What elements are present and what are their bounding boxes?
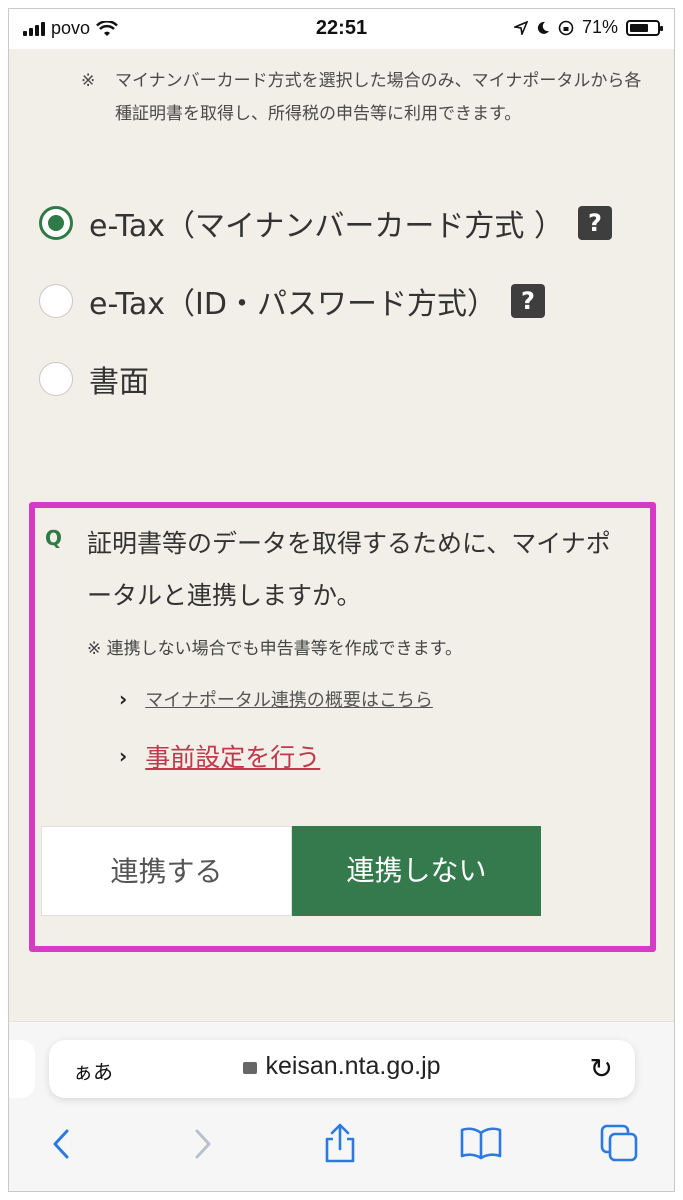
note-mark: ※ xyxy=(81,71,96,91)
reload-icon[interactable]: ↻ xyxy=(590,1052,613,1085)
moon-icon xyxy=(537,21,549,34)
radio-button[interactable] xyxy=(39,284,73,318)
help-icon[interactable]: ? xyxy=(510,284,545,318)
url-text: keisan.nta.go.jp xyxy=(265,1052,441,1080)
note-text: マイナンバーカード方式を選択した場合のみ、マイナポータルから各種証明書を取得し、… xyxy=(115,71,642,124)
link-presetup[interactable]: › 事前設定を行う xyxy=(119,738,320,774)
tabs-icon[interactable] xyxy=(599,1123,639,1163)
link-overview[interactable]: › マイナポータル連携の概要はこちら xyxy=(119,686,433,712)
option-label: 書面 xyxy=(89,365,149,400)
forward-icon[interactable] xyxy=(191,1127,215,1161)
previous-tab-peek[interactable] xyxy=(9,1040,35,1098)
question-mark: Q xyxy=(45,526,63,550)
help-icon[interactable]: ? xyxy=(577,206,612,240)
question-text: 証明書等のデータを取得するために、マイナポータルと連携しますか。 xyxy=(87,529,611,610)
bookmarks-icon[interactable] xyxy=(459,1125,503,1161)
chevron-right-icon: › xyxy=(119,687,128,711)
link-yes-button[interactable]: 連携する xyxy=(41,826,292,916)
question-note: ※ 連携しない場合でも申告書等を作成できます。 xyxy=(87,639,462,659)
back-icon[interactable] xyxy=(49,1127,73,1161)
option-label: e-Tax（ID・パスワード方式） xyxy=(89,287,497,322)
address-bar[interactable]: ぁあ keisan.nta.go.jp ↻ xyxy=(49,1040,635,1098)
browser-toolbar xyxy=(9,1113,674,1191)
rotation-lock-icon xyxy=(558,20,574,35)
url-field[interactable]: keisan.nta.go.jp xyxy=(49,1052,635,1081)
browser-address-area: ぁあ keisan.nta.go.jp ↻ xyxy=(9,1021,674,1113)
lock-icon xyxy=(243,1062,258,1074)
chevron-right-icon: › xyxy=(119,744,128,768)
radio-button[interactable] xyxy=(39,206,73,240)
phone-screen: povo 22:51 71% ※ マイナンバーカード方式を選択した場合のみ、マイ… xyxy=(8,8,675,1192)
link-no-button[interactable]: 連携しない xyxy=(292,826,541,916)
method-note: ※ マイナンバーカード方式を選択した場合のみ、マイナポータルから各種証明書を取得… xyxy=(81,65,647,131)
option-etax-password[interactable]: e-Tax（ID・パスワード方式） ? xyxy=(39,279,545,323)
option-label: e-Tax（マイナンバーカード方式 ） xyxy=(89,209,564,244)
mynaportal-question-box: Q 証明書等のデータを取得するために、マイナポータルと連携しますか。 ※ 連携し… xyxy=(29,502,656,952)
radio-button[interactable] xyxy=(39,362,73,396)
option-paper[interactable]: 書面 xyxy=(39,357,149,401)
option-etax-mynumber[interactable]: e-Tax（マイナンバーカード方式 ） ? xyxy=(39,201,612,245)
link-overview-label[interactable]: マイナポータル連携の概要はこちら xyxy=(145,686,433,712)
status-bar: povo 22:51 71% xyxy=(9,9,674,49)
share-icon[interactable] xyxy=(323,1121,357,1165)
battery-percent: 71% xyxy=(581,17,618,37)
link-presetup-label[interactable]: 事前設定を行う xyxy=(145,738,320,774)
location-arrow-icon xyxy=(513,20,528,35)
battery-icon xyxy=(626,19,663,36)
